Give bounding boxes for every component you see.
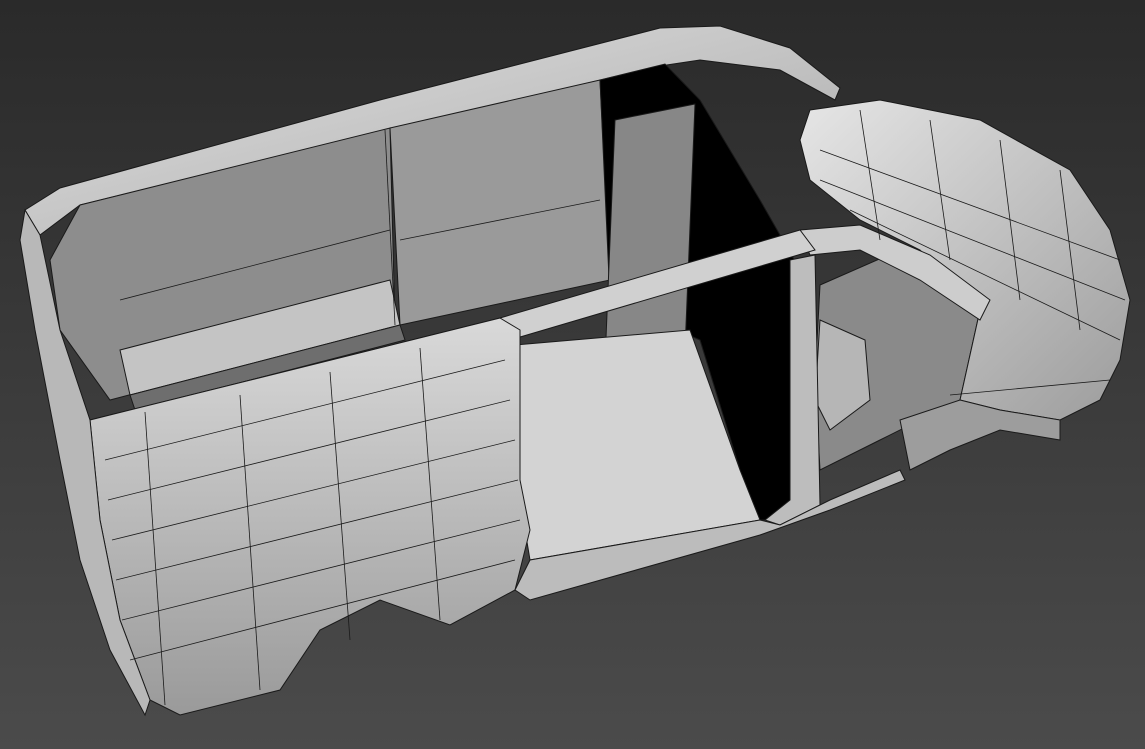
- 3d-viewport[interactable]: [0, 0, 1145, 749]
- viewport-canvas[interactable]: [0, 0, 1145, 749]
- interior-door-panel: [604, 103, 696, 363]
